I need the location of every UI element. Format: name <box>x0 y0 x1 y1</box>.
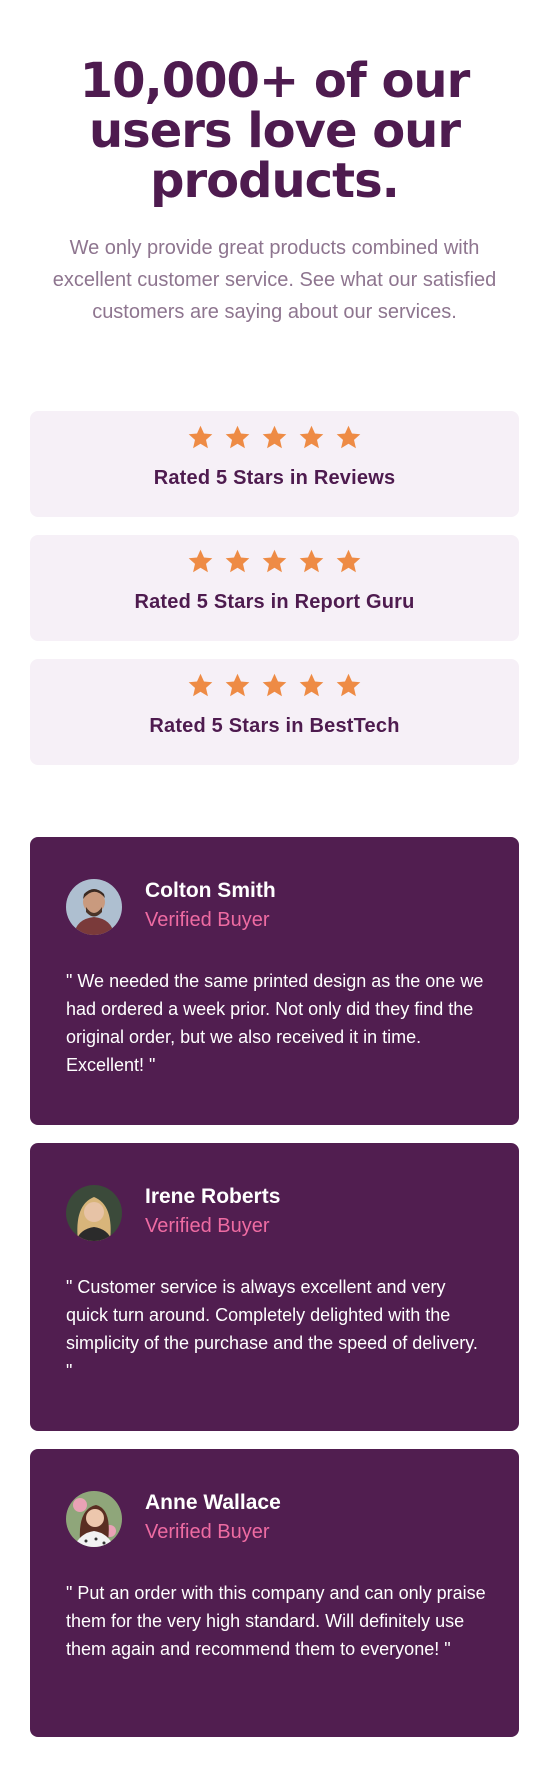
rating-label: Rated 5 Stars in BestTech <box>149 715 400 737</box>
star-icon <box>188 549 213 573</box>
star-icon <box>336 549 361 573</box>
page-description: We only provide great products combined … <box>52 237 497 323</box>
star-rating <box>30 424 519 451</box>
star-icon <box>225 425 250 449</box>
testimonial-card: Colton Smith Verified Buyer " We needed … <box>30 837 519 1125</box>
reviewer-name: Anne Wallace <box>145 1491 281 1514</box>
testimonial-card: Irene Roberts Verified Buyer " Customer … <box>30 1143 519 1431</box>
verified-badge: Verified Buyer <box>145 909 270 931</box>
star-rating <box>30 672 519 699</box>
testimonial-card: Anne Wallace Verified Buyer " Put an ord… <box>30 1449 519 1737</box>
testimonial-quote: " Customer service is always excellent a… <box>66 1277 478 1381</box>
star-icon <box>262 549 287 573</box>
star-icon <box>299 425 324 449</box>
star-icon <box>225 549 250 573</box>
star-icon <box>336 425 361 449</box>
star-icon <box>299 673 324 697</box>
reviewer-name: Colton Smith <box>145 879 276 902</box>
verified-badge: Verified Buyer <box>145 1215 270 1237</box>
star-icon <box>262 673 287 697</box>
verified-badge: Verified Buyer <box>145 1521 270 1543</box>
star-icon <box>225 673 250 697</box>
page-title: 10,000+ of our users love our products. <box>79 53 471 209</box>
avatar <box>66 1185 122 1241</box>
rating-card-report-guru: Rated 5 Stars in Report Guru <box>30 535 519 641</box>
hero-section: 10,000+ of our users love our products. … <box>30 56 519 328</box>
avatar <box>66 1491 122 1547</box>
reviewer-name: Irene Roberts <box>145 1185 281 1208</box>
rating-card-reviews: Rated 5 Stars in Reviews <box>30 411 519 517</box>
star-rating <box>30 548 519 575</box>
star-icon <box>299 549 324 573</box>
star-icon <box>188 673 213 697</box>
star-icon <box>188 425 213 449</box>
avatar <box>66 879 122 935</box>
rating-label: Rated 5 Stars in Reviews <box>153 467 396 489</box>
star-icon <box>262 425 287 449</box>
rating-label: Rated 5 Stars in Report Guru <box>134 591 415 613</box>
rating-card-besttech: Rated 5 Stars in BestTech <box>30 659 519 765</box>
testimonial-quote: " Put an order with this company and can… <box>66 1583 486 1659</box>
testimonial-quote: " We needed the same printed design as t… <box>66 971 484 1075</box>
star-icon <box>336 673 361 697</box>
